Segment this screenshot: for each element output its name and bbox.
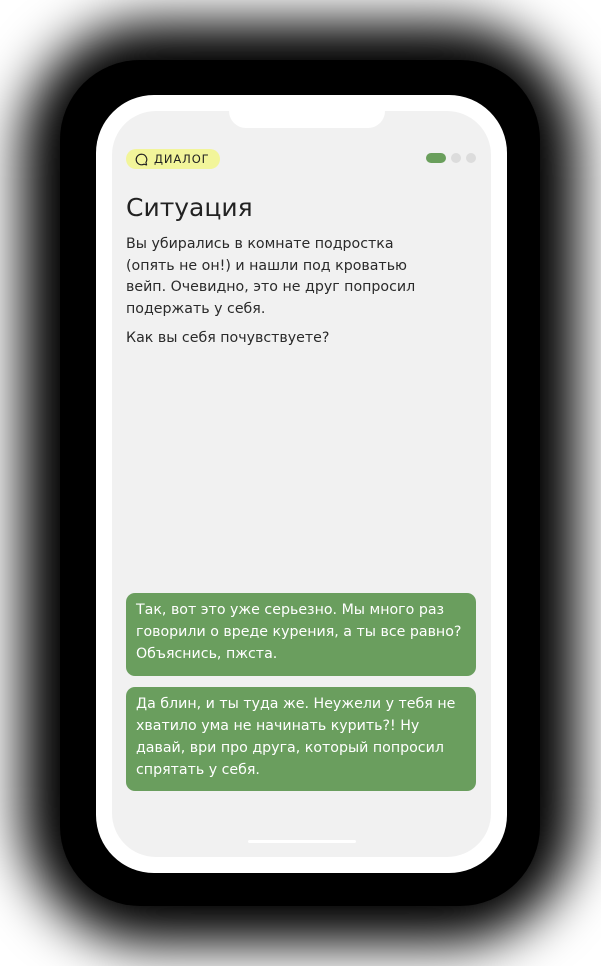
progress-dot [451,153,461,163]
progress-dots [426,153,476,163]
speech-bubble-icon [135,153,148,166]
answer-option[interactable]: Да блин, и ты туда же. Неужели у тебя не… [126,687,476,791]
badge-label: ДИАЛОГ [154,152,210,166]
progress-dot [466,153,476,163]
answer-option[interactable]: Так, вот это уже серьезно. Мы много раз … [126,593,476,676]
question-text: Как вы себя почувствуете? [126,330,330,346]
phone-notch [229,111,385,128]
situation-text: Вы убирались в комнате подростка (опять … [126,236,416,317]
dialog-badge: ДИАЛОГ [126,149,220,169]
home-indicator [248,840,356,843]
page-title: Ситуация [126,193,253,222]
phone-screen: ДИАЛОГ Ситуация Вы убирались в комнате п… [112,111,491,857]
progress-dot-active [426,153,446,163]
